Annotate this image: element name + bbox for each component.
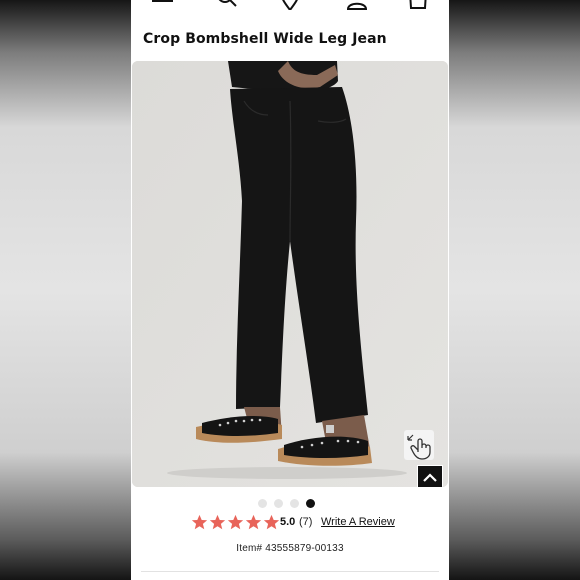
- star-icon: [263, 514, 280, 530]
- gallery-dot-active[interactable]: [306, 499, 315, 508]
- pinch-zoom-icon: [407, 434, 431, 460]
- star-icon: [209, 514, 226, 530]
- star-icon: [245, 514, 262, 530]
- background-blur-right: [449, 0, 580, 580]
- rating-summary: 5.0 (7) Write A Review: [191, 514, 431, 534]
- scroll-to-top-button[interactable]: [417, 465, 443, 487]
- model-wearing-jeans-illustration: [132, 61, 448, 487]
- star-icon: [191, 514, 208, 530]
- product-page: Crop Bombshell Wide Leg Jean 5.0 (7) Wri…: [131, 0, 449, 580]
- cart-icon[interactable]: [407, 0, 431, 10]
- gallery-dot[interactable]: [274, 499, 283, 508]
- location-pin-icon[interactable]: [278, 0, 302, 10]
- divider: [141, 571, 439, 572]
- gallery-dot[interactable]: [258, 499, 267, 508]
- gallery-dot[interactable]: [290, 499, 299, 508]
- search-icon[interactable]: [215, 0, 239, 10]
- star-icon: [227, 514, 244, 530]
- chevron-up-icon: [423, 473, 437, 482]
- menu-icon[interactable]: [151, 0, 175, 10]
- write-review-link[interactable]: Write A Review: [321, 516, 395, 528]
- header-nav: [131, 0, 449, 12]
- review-count[interactable]: (7): [299, 516, 312, 528]
- rating-score: 5.0: [280, 516, 296, 528]
- background-blur-left: [0, 0, 131, 580]
- item-number: Item# 43555879-00133: [236, 543, 344, 554]
- zoom-button[interactable]: [404, 430, 434, 460]
- product-image[interactable]: [132, 61, 448, 487]
- product-title: Crop Bombshell Wide Leg Jean: [143, 31, 387, 47]
- account-icon[interactable]: [345, 0, 369, 10]
